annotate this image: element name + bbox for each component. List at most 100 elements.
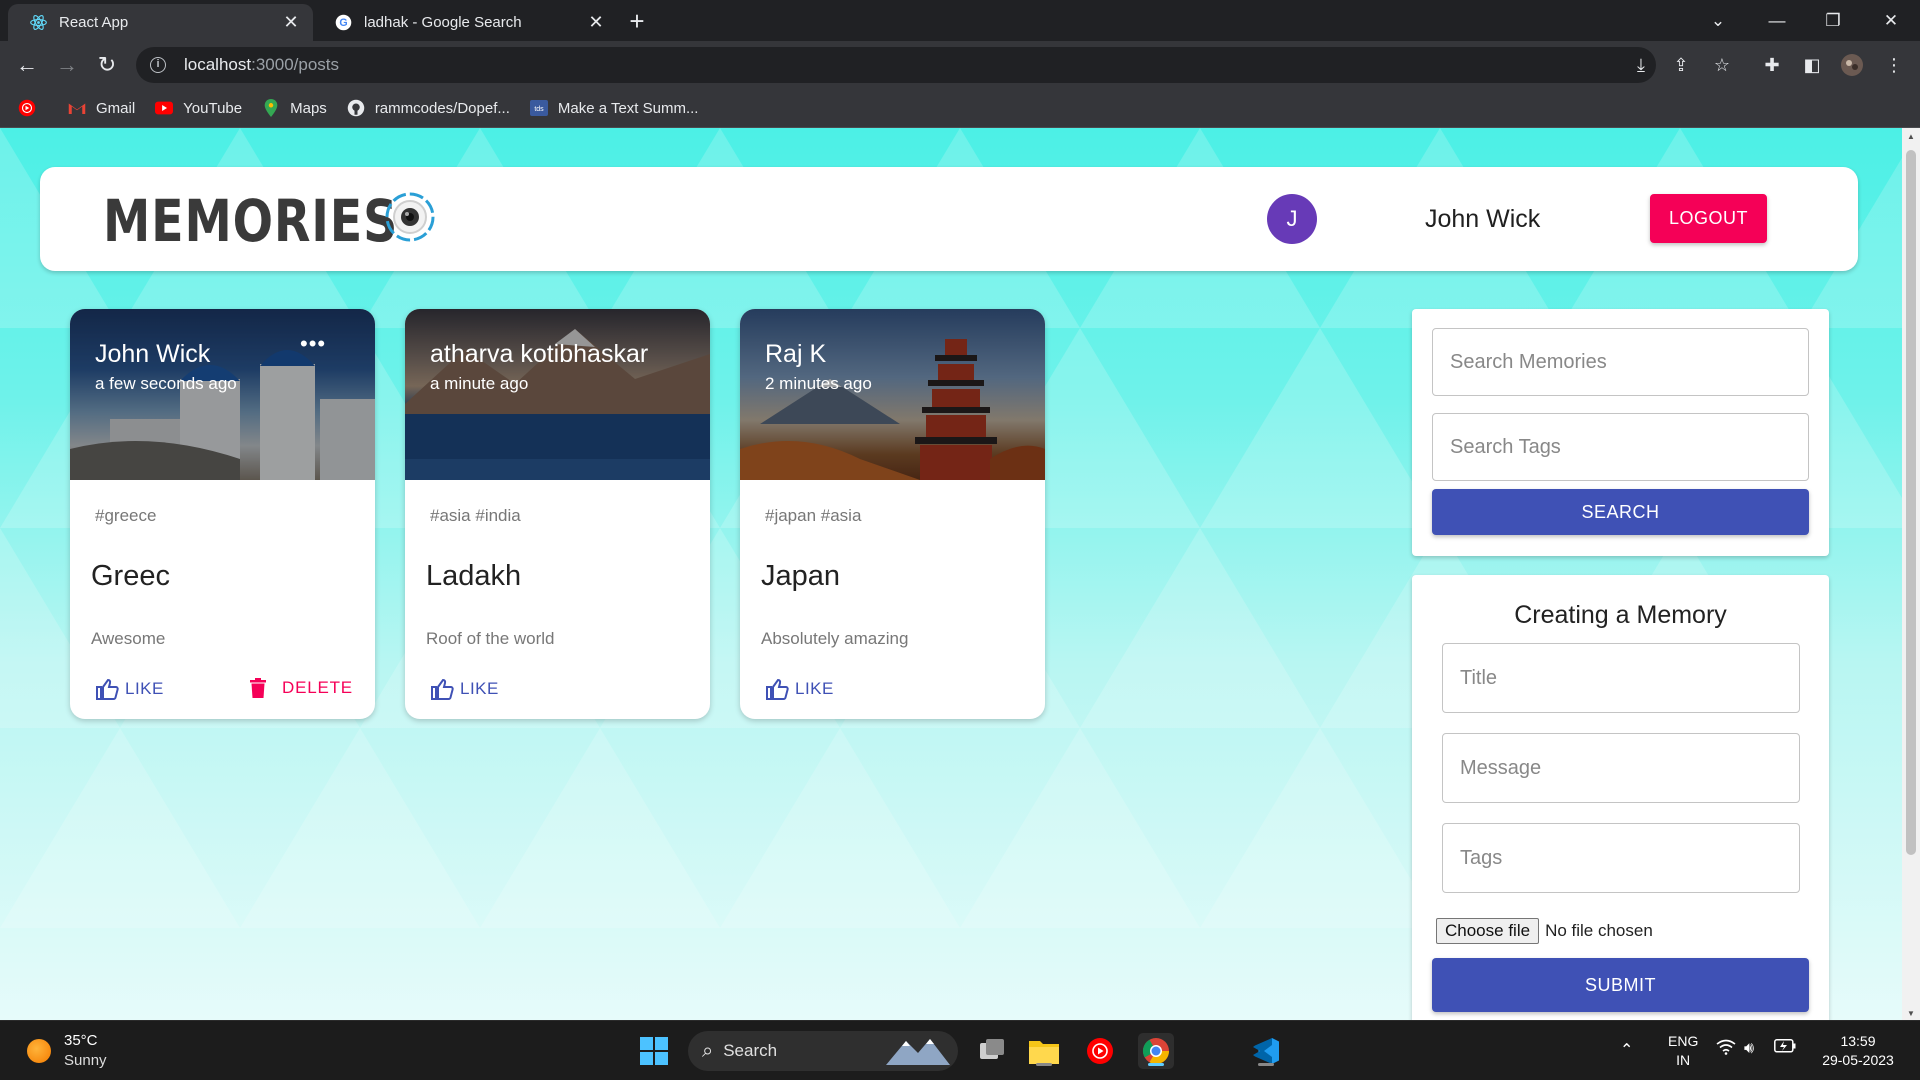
github-icon <box>347 99 365 117</box>
weather-description[interactable]: Sunny <box>64 1052 107 1069</box>
like-label: LIKE <box>795 679 834 698</box>
bookmark-label: Make a Text Summ... <box>557 99 699 117</box>
address-bar[interactable]: i localhost:3000/posts <box>136 47 1656 83</box>
volume-icon[interactable]: 🔊︎ <box>1744 1039 1754 1058</box>
youtube-icon <box>155 99 174 117</box>
window-close-icon[interactable]: ✕ <box>1868 6 1914 36</box>
forward-arrow-icon[interactable]: → <box>52 50 82 80</box>
tab-title: ladhak - Google Search <box>364 14 522 31</box>
battery-icon[interactable] <box>1774 1039 1796 1058</box>
system-clock[interactable]: 13:59 29-05-2023 <box>1812 1032 1904 1070</box>
post-message: Awesome <box>91 629 166 648</box>
bookmark-youtube[interactable]: YouTube <box>155 99 242 117</box>
file-status: No file chosen <box>1545 921 1653 940</box>
url-path: :3000/posts <box>251 55 340 74</box>
title-input[interactable]: Title <box>1442 643 1800 713</box>
youtube-music-app-icon[interactable] <box>1082 1033 1118 1069</box>
bookmark-maps[interactable]: Maps <box>262 99 327 117</box>
post-time: 2 minutes ago <box>765 374 872 393</box>
windows-start-icon[interactable] <box>636 1033 672 1069</box>
clock-time: 13:59 <box>1840 1033 1876 1049</box>
google-icon: G <box>335 14 352 31</box>
wifi-icon[interactable] <box>1716 1039 1736 1060</box>
gmail-icon <box>68 99 86 117</box>
profile-avatar-icon[interactable] <box>1840 53 1864 77</box>
bookmark-gmail[interactable]: Gmail <box>68 99 135 117</box>
tds-icon: tds <box>529 99 548 117</box>
tab-react-app[interactable]: React App ✕ <box>8 4 313 41</box>
minimize-icon[interactable]: — <box>1754 6 1800 36</box>
language-indicator[interactable]: ENG IN <box>1668 1032 1698 1070</box>
taskbar-search-label: Search <box>723 1041 778 1060</box>
weather-temperature[interactable]: 35°C <box>64 1032 98 1049</box>
brand-title[interactable]: MEMORIES <box>103 187 398 255</box>
vscode-icon[interactable] <box>1248 1033 1284 1069</box>
windows-taskbar: 35°C Sunny ⌕ Search ⌃ ENG IN 🔊︎ 13:59 29… <box>0 1020 1920 1080</box>
url-text: localhost:3000/posts <box>184 55 339 75</box>
svg-text:G: G <box>339 17 347 29</box>
taskbar-search-box[interactable]: ⌕ Search <box>688 1031 958 1071</box>
search-button[interactable]: SEARCH <box>1432 489 1809 535</box>
thumb-up-icon <box>766 678 789 700</box>
running-indicator <box>1258 1063 1274 1066</box>
page-scrollbar[interactable]: ▲ ▼ <box>1902 128 1920 1020</box>
post-title: Japan <box>761 560 841 592</box>
post-time: a few seconds ago <box>95 374 237 393</box>
tab-google-search[interactable]: G ladhak - Google Search ✕ <box>313 4 618 41</box>
svg-text:tds: tds <box>534 106 544 113</box>
install-app-icon[interactable]: ⤓ <box>1629 53 1653 77</box>
tags-input[interactable]: Tags <box>1442 823 1800 893</box>
like-button[interactable]: LIKE <box>765 678 834 700</box>
new-tab-button[interactable]: + <box>623 8 651 36</box>
post-author: Raj K <box>765 340 827 368</box>
logout-button[interactable]: LOGOUT <box>1650 194 1767 243</box>
post-title: Ladakh <box>426 560 522 592</box>
bookmark-github[interactable]: rammcodes/Dopef... <box>347 99 510 117</box>
share-icon[interactable]: ⇪ <box>1669 53 1693 77</box>
post-image-ladakh <box>405 309 710 480</box>
running-indicator <box>1036 1063 1052 1066</box>
chrome-menu-icon[interactable]: ⋮ <box>1882 53 1906 77</box>
site-info-icon[interactable]: i <box>150 57 166 73</box>
message-input[interactable]: Message <box>1442 733 1800 803</box>
bookmark-label: YouTube <box>183 99 243 117</box>
reload-icon[interactable]: ↻ <box>92 50 122 80</box>
close-tab-icon[interactable]: ✕ <box>586 12 606 33</box>
bookmark-text-summarizer[interactable]: tds Make a Text Summ... <box>529 99 699 117</box>
search-tags-input[interactable]: Search Tags <box>1432 413 1809 481</box>
scrollbar-thumb[interactable] <box>1906 150 1916 855</box>
maps-pin-icon <box>262 99 280 117</box>
react-icon <box>30 14 47 31</box>
tab-strip: React App ✕ G ladhak - Google Search ✕ +… <box>0 0 1920 41</box>
back-arrow-icon[interactable]: ← <box>12 50 42 80</box>
post-tags: #asia #india <box>430 506 521 525</box>
side-panel-icon[interactable]: ◧ <box>1800 53 1824 77</box>
post-card: John Wick a few seconds ago ••• #greece … <box>70 309 375 719</box>
mountain-highlight-icon <box>886 1039 950 1065</box>
sun-weather-icon[interactable] <box>27 1039 51 1063</box>
scroll-down-arrow-icon[interactable]: ▼ <box>1902 1009 1920 1018</box>
like-button[interactable]: LIKE <box>95 678 164 700</box>
post-tags: #greece <box>95 506 157 525</box>
like-button[interactable]: LIKE <box>430 678 499 700</box>
scroll-up-arrow-icon[interactable]: ▲ <box>1902 132 1920 141</box>
more-options-icon[interactable]: ••• <box>300 331 326 357</box>
post-card: atharva kotibhaskar a minute ago #asia #… <box>405 309 710 719</box>
post-author: John Wick <box>95 340 211 368</box>
bookmark-youtube-music[interactable] <box>18 99 48 117</box>
extensions-icon[interactable]: ✚ <box>1760 53 1784 77</box>
file-explorer-icon[interactable] <box>1026 1033 1062 1069</box>
thumb-up-icon <box>431 678 454 700</box>
search-memories-input[interactable]: Search Memories <box>1432 328 1809 396</box>
choose-file-button[interactable]: Choose file <box>1436 918 1540 944</box>
restore-icon[interactable]: ❐ <box>1810 6 1856 36</box>
tab-search-chevron-icon[interactable]: ⌄ <box>1695 6 1741 36</box>
search-panel: Search Memories Search Tags SEARCH <box>1412 309 1829 556</box>
delete-button[interactable]: DELETE <box>250 678 353 698</box>
task-view-icon[interactable] <box>974 1033 1010 1069</box>
chrome-app-icon[interactable] <box>1138 1033 1174 1069</box>
close-tab-icon[interactable]: ✕ <box>281 12 301 33</box>
submit-button[interactable]: SUBMIT <box>1432 958 1809 1012</box>
show-hidden-icons-chevron-icon[interactable]: ⌃ <box>1620 1041 1633 1060</box>
bookmark-star-icon[interactable]: ☆ <box>1710 53 1734 77</box>
